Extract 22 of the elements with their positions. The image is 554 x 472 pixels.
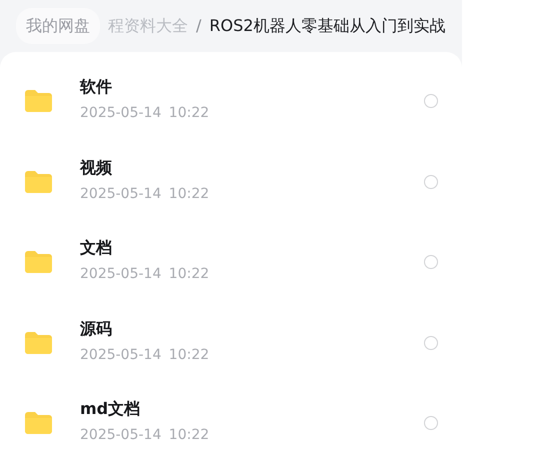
folder-icon — [25, 251, 52, 274]
select-radio[interactable] — [424, 255, 438, 270]
folder-name[interactable]: 文档 — [80, 238, 424, 258]
select-radio[interactable] — [424, 94, 438, 108]
modified-time: 2025-05-14 10:22 — [80, 265, 210, 284]
folder-name[interactable]: 源码 — [80, 318, 424, 339]
current-folder-title: ROS2机器人零基础从入门到实战 — [209, 15, 446, 37]
modified-time: 2025-05-14 10:22 — [80, 346, 210, 365]
folder-name[interactable]: 软件 — [80, 77, 424, 98]
modified-time: 2025-05-14 10:22 — [80, 184, 210, 204]
folder-name[interactable]: md文档 — [80, 399, 424, 420]
folder-name[interactable]: 视频 — [80, 158, 424, 178]
breadcrumb-separator: / — [196, 15, 202, 37]
modified-time: 2025-05-14 10:22 — [80, 426, 210, 446]
select-radio[interactable] — [424, 174, 438, 189]
select-radio[interactable] — [424, 336, 438, 350]
folder-icon — [25, 332, 52, 354]
folder-icon — [25, 90, 52, 112]
select-radio[interactable] — [424, 416, 438, 430]
folder-icon — [25, 412, 52, 434]
modified-time: 2025-05-14 10:22 — [80, 104, 210, 124]
folder-icon — [25, 170, 52, 193]
